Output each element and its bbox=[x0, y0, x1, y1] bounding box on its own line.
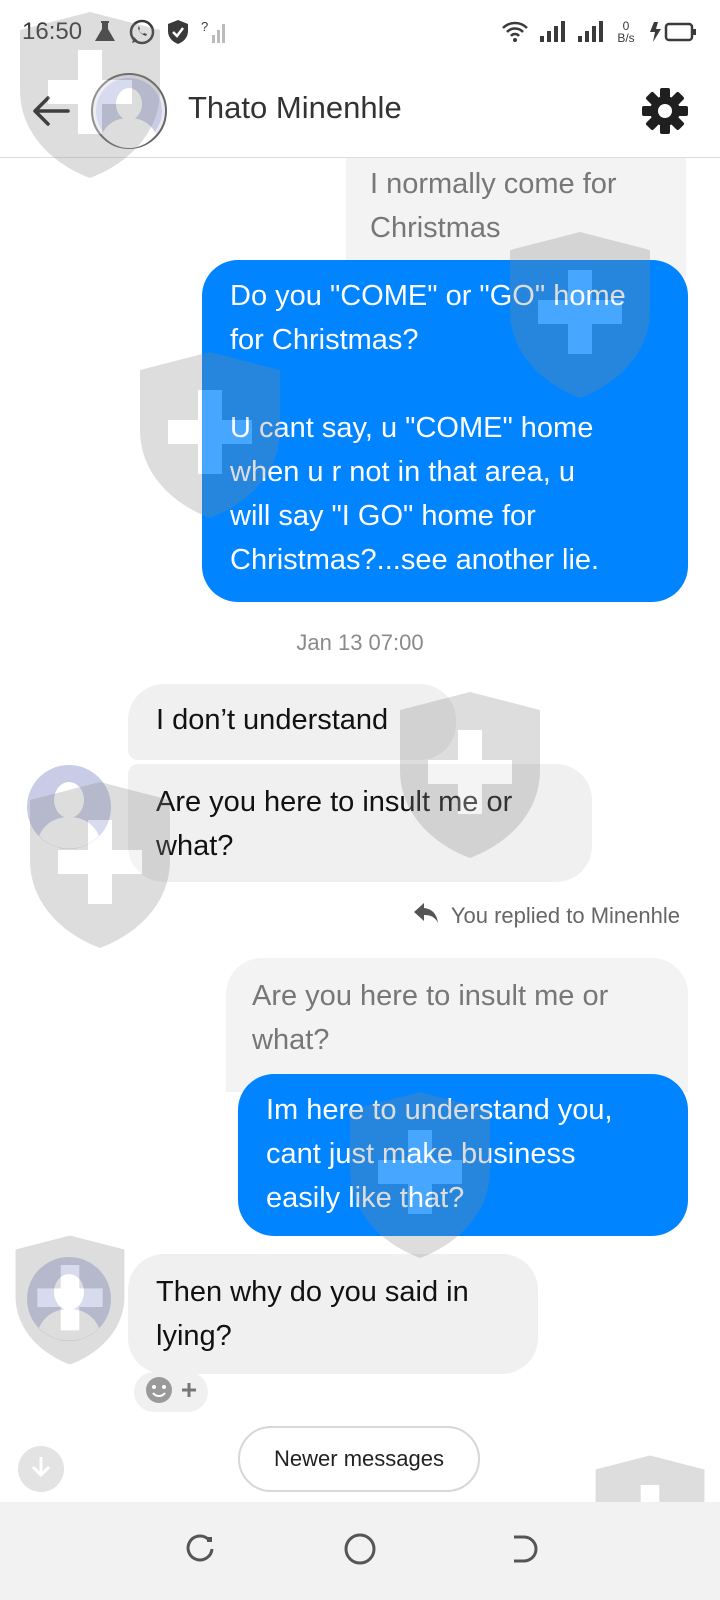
incoming-message[interactable]: I don’t understand bbox=[128, 684, 456, 760]
flask-icon bbox=[92, 19, 118, 45]
status-time: 16:50 bbox=[22, 18, 83, 45]
recent-apps-icon[interactable] bbox=[182, 1531, 218, 1572]
add-reaction-button[interactable] bbox=[134, 1372, 208, 1412]
wifi-icon bbox=[502, 21, 528, 43]
emoji-icon bbox=[144, 1375, 174, 1410]
signal-strength-icon bbox=[576, 20, 604, 44]
outgoing-message[interactable]: Im here to understand you, cant just mak… bbox=[238, 1074, 688, 1236]
svg-text:?: ? bbox=[201, 19, 208, 34]
scroll-down-icon bbox=[28, 1454, 54, 1485]
incoming-message[interactable]: Then why do you said in lying? bbox=[128, 1254, 538, 1374]
settings-gear-icon[interactable] bbox=[640, 86, 690, 136]
reply-icon bbox=[413, 902, 439, 930]
reply-indicator-text: You replied to Minenhle bbox=[450, 903, 680, 928]
contact-avatar[interactable] bbox=[90, 72, 168, 150]
back-nav-icon[interactable] bbox=[502, 1531, 538, 1572]
incoming-message[interactable]: Are you here to insult me or what? bbox=[128, 764, 592, 882]
message-list[interactable]: I normally come for Christmas Do you "CO… bbox=[0, 158, 720, 1500]
battery-charging-icon bbox=[648, 20, 698, 44]
contact-name[interactable]: Thato Minenhle bbox=[188, 90, 402, 126]
whatsapp-icon bbox=[128, 18, 156, 46]
network-speed: 0 B/s bbox=[617, 19, 635, 45]
conversation-header: Thato Minenhle bbox=[0, 64, 720, 158]
outgoing-message[interactable]: Do you "COME" or "GO" home for Christmas… bbox=[202, 260, 688, 602]
reply-indicator: You replied to Minenhle bbox=[413, 902, 680, 930]
quoted-message[interactable]: Are you here to insult me or what? bbox=[226, 958, 688, 1092]
shield-check-icon bbox=[166, 19, 190, 45]
sender-avatar[interactable] bbox=[26, 1256, 112, 1342]
scroll-down-button[interactable] bbox=[18, 1446, 64, 1492]
signal-strength-icon bbox=[538, 20, 566, 44]
home-icon[interactable] bbox=[342, 1531, 378, 1572]
newer-messages-button[interactable]: Newer messages bbox=[238, 1426, 480, 1492]
plus-icon bbox=[180, 1381, 198, 1404]
system-nav-bar bbox=[0, 1502, 720, 1600]
status-bar: 16:50 ? 0 B/s bbox=[0, 0, 720, 64]
back-arrow-icon[interactable] bbox=[28, 88, 74, 134]
sender-avatar[interactable] bbox=[26, 764, 112, 850]
signal-unknown-icon: ? bbox=[200, 19, 226, 45]
message-timestamp: Jan 13 07:00 bbox=[296, 630, 424, 655]
